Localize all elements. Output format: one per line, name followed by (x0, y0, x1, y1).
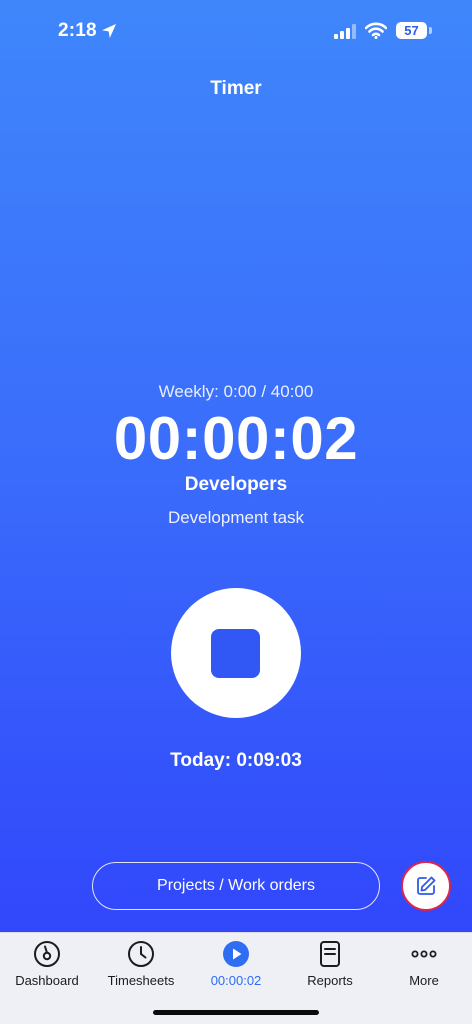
status-bar: 2:18 57 (0, 0, 472, 64)
edit-entry-button[interactable] (401, 861, 451, 911)
tab-timesheets-label: Timesheets (107, 973, 175, 988)
timer-screen: 2:18 57 Timer Weekly: 0:00 / 40:00 00:00… (0, 0, 472, 1024)
tab-dashboard[interactable]: Dashboard (0, 937, 94, 997)
project-name: Developers (184, 474, 288, 495)
tab-timer-label: 00:00:02 (210, 973, 262, 988)
play-icon (223, 941, 249, 967)
tab-reports[interactable]: Reports (283, 937, 377, 997)
more-dots-icon (411, 950, 437, 958)
page-title: Timer (210, 78, 262, 99)
dashboard-gauge-icon (34, 941, 60, 967)
tab-more[interactable]: More (377, 937, 471, 997)
document-icon (320, 941, 340, 967)
elapsed-timer: 00:00:02 (113, 405, 359, 472)
battery-level: 57 (396, 22, 427, 39)
stop-icon (211, 629, 260, 678)
tab-timesheets[interactable]: Timesheets (94, 937, 188, 997)
today-total: Today: 0:09:03 (170, 750, 302, 771)
battery-cap (429, 27, 432, 34)
battery-indicator: 57 (396, 22, 432, 39)
tab-dashboard-label: Dashboard (15, 973, 79, 988)
clock-icon (128, 941, 154, 967)
tab-more-label: More (409, 973, 439, 988)
location-arrow-icon (102, 24, 116, 38)
status-time: 2:18 (58, 20, 97, 41)
weekly-hours: Weekly: 0:00 / 40:00 (158, 382, 314, 401)
edit-note-icon (417, 876, 436, 895)
stop-timer-button[interactable] (171, 588, 301, 718)
tab-timer[interactable]: 00:00:02 (189, 937, 283, 997)
tab-reports-label: Reports (307, 973, 353, 988)
task-name: Development task (167, 508, 305, 527)
cellular-signal-icon (334, 24, 356, 39)
projects-work-orders-button[interactable]: Projects / Work orders (92, 862, 380, 910)
home-indicator (153, 1010, 319, 1015)
timer-background: 2:18 57 Timer Weekly: 0:00 / 40:00 00:00… (0, 0, 472, 932)
wifi-icon (365, 22, 387, 39)
